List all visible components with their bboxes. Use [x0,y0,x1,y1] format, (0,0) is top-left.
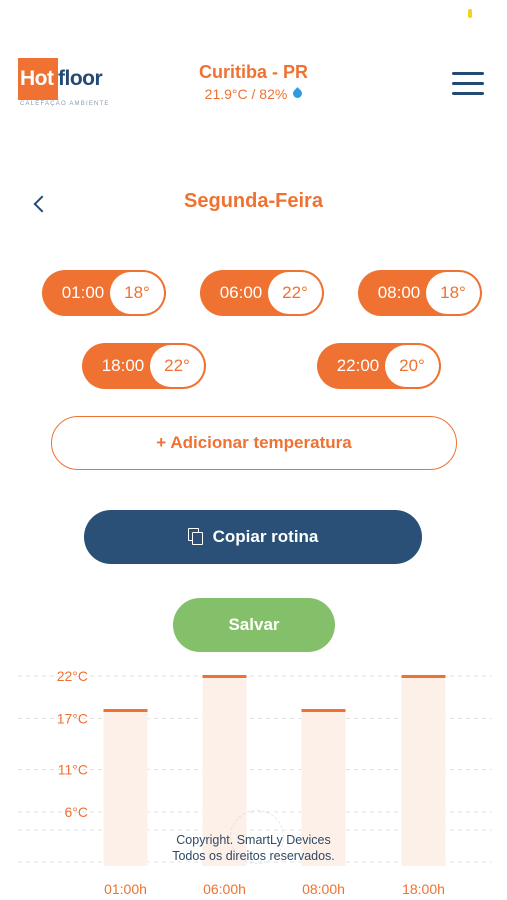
copy-routine-label: Copiar rotina [212,527,319,546]
schedule-time: 06:00 [219,283,263,302]
schedule-temp: 18° [110,272,164,314]
chart-xtick-label: 18:00h [402,881,445,897]
water-drop-icon [291,87,305,100]
hamburger-menu-icon[interactable] [452,72,484,96]
city-name: Curitiba - PR [198,62,308,82]
schedule-temp: 20° [385,345,439,387]
copy-icon [187,528,203,545]
schedule-item[interactable]: 08:00 18° [358,270,482,316]
chart-xtick-label: 06:00h [203,881,246,897]
chart-bar-top [103,709,148,712]
schedule-item[interactable]: 06:00 22° [200,270,324,316]
chart-bar-top [202,675,247,678]
day-title: Segunda-Feira [184,190,323,212]
schedule-time: 18:00 [101,356,145,375]
save-button[interactable]: Salvar [173,598,335,652]
chart-xtick-label: 01:00h [104,881,147,897]
chart-ytick-label: 6°C [65,804,89,820]
schedule-item[interactable]: 22:00 20° [317,343,441,389]
schedule-temp: 18° [426,272,480,314]
schedule-item[interactable]: 18:00 22° [82,343,206,389]
chart-ytick-label: 22°C [57,668,88,684]
weather-info: 21.9°C / 82% [0,86,507,102]
chart-bar-top [301,709,346,712]
schedule-temp: 22° [150,345,204,387]
schedule-temp: 22° [268,272,322,314]
copy-routine-button[interactable]: Copiar rotina [84,510,422,564]
footer-rights: Todos os direitos reservados. [172,849,335,863]
footer: Copyright. SmartLy Devices Todos os dire… [0,832,507,864]
status-indicator [468,9,472,18]
app-header: Hot floor CALEFAÇÃO AMBIENTE Curitiba - … [0,50,507,114]
chart-xtick-label: 08:00h [302,881,345,897]
schedule-item[interactable]: 01:00 18° [42,270,166,316]
chart-ytick-label: 17°C [57,711,88,727]
footer-copyright: Copyright. SmartLy Devices [176,833,331,847]
schedule-time: 22:00 [336,356,380,375]
schedule-time: 01:00 [61,283,105,302]
weather-text: 21.9°C / 82% [204,86,288,102]
add-temperature-button[interactable]: + Adicionar temperatura [51,416,457,470]
chart-bar-top [401,675,446,678]
schedule-time: 08:00 [377,283,421,302]
temperature-chart: 22°C 17°C 11°C 6°C 01:00h 06:00h 08:00h 18:00h [18,668,492,897]
chart-ytick-label: 11°C [58,762,88,778]
